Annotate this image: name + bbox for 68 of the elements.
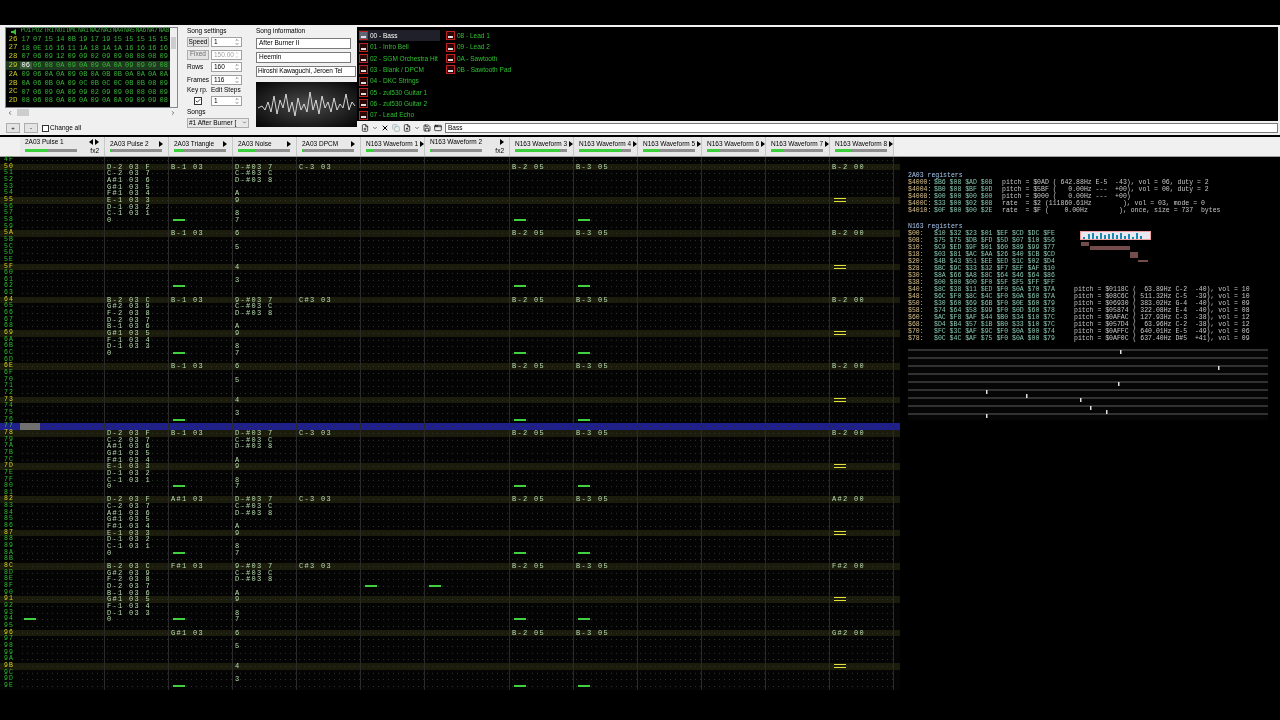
note-cut-mark [173, 285, 185, 288]
note-release-mark [834, 597, 846, 602]
instrument-icon [445, 53, 455, 63]
instrument-icon [359, 99, 368, 109]
note-release-mark [834, 663, 846, 668]
instrument-icon [445, 65, 455, 75]
note-cut-mark [429, 585, 441, 587]
instrument-icon [359, 88, 368, 98]
note-cut-mark [173, 485, 185, 488]
cursor [20, 423, 40, 430]
note-cut-mark [173, 352, 185, 355]
note-cut-mark [173, 418, 185, 421]
instrument-icon [359, 110, 368, 120]
channel-arrows[interactable] [89, 139, 99, 146]
note-cut-mark [365, 585, 377, 587]
note-cut-mark [514, 684, 526, 687]
scrollbar-thumb[interactable] [171, 37, 176, 49]
instrument-icon [359, 65, 368, 75]
caret-icon[interactable] [414, 125, 420, 131]
speaker-icon [10, 28, 16, 35]
caret-icon[interactable] [372, 125, 378, 131]
note-cut-mark [173, 618, 185, 621]
note-cut-mark [514, 485, 526, 488]
load-icon[interactable] [403, 124, 411, 132]
instrument-icon [359, 76, 368, 86]
note-cut-mark [514, 418, 526, 421]
note-cut-mark [514, 218, 526, 221]
note-cut-mark [514, 285, 526, 288]
note-cut-mark [514, 352, 526, 355]
note-cut-mark [578, 618, 590, 621]
spin-up-icon[interactable] [235, 75, 239, 80]
note-cut-mark [514, 551, 526, 554]
scroll-right-icon[interactable] [170, 109, 176, 116]
instrument-icon [445, 31, 455, 41]
note-cut-mark [578, 352, 590, 355]
right-arrow-icon[interactable] [95, 139, 99, 146]
note-release-mark [834, 331, 846, 336]
left-arrow-icon[interactable] [89, 139, 93, 146]
instrument-icon [359, 31, 368, 41]
instrument-icon [445, 42, 455, 52]
note-cut-mark [173, 684, 185, 687]
note-release-mark [834, 397, 846, 402]
note-cut-mark [173, 551, 185, 554]
note-release-mark [834, 464, 846, 469]
note-cut-mark [578, 485, 590, 488]
note-cut-mark [173, 218, 185, 221]
new-instrument-icon[interactable] [361, 124, 369, 132]
note-release-mark [834, 264, 846, 269]
note-cut-mark [578, 218, 590, 221]
key-repeat-checkbox[interactable] [194, 97, 202, 105]
caret-icon [242, 120, 247, 125]
delete-icon[interactable] [381, 124, 389, 132]
note-cut-mark [24, 618, 36, 621]
scrollbar-thumb[interactable] [17, 109, 29, 116]
scroll-left-icon[interactable] [7, 109, 13, 116]
save-icon[interactable] [423, 124, 431, 132]
note-release-mark [834, 197, 846, 202]
note-cut-mark [514, 618, 526, 621]
edit-instrument-icon[interactable] [434, 124, 442, 132]
scrollbar[interactable] [170, 28, 177, 107]
instrument-icon [359, 53, 368, 63]
note-cut-mark [578, 684, 590, 687]
change-all-checkbox[interactable] [42, 124, 49, 132]
note-cut-mark [578, 285, 590, 288]
note-release-mark [834, 530, 846, 535]
note-cut-mark [578, 551, 590, 554]
instrument-icon [359, 42, 368, 52]
note-cut-mark [578, 418, 590, 421]
